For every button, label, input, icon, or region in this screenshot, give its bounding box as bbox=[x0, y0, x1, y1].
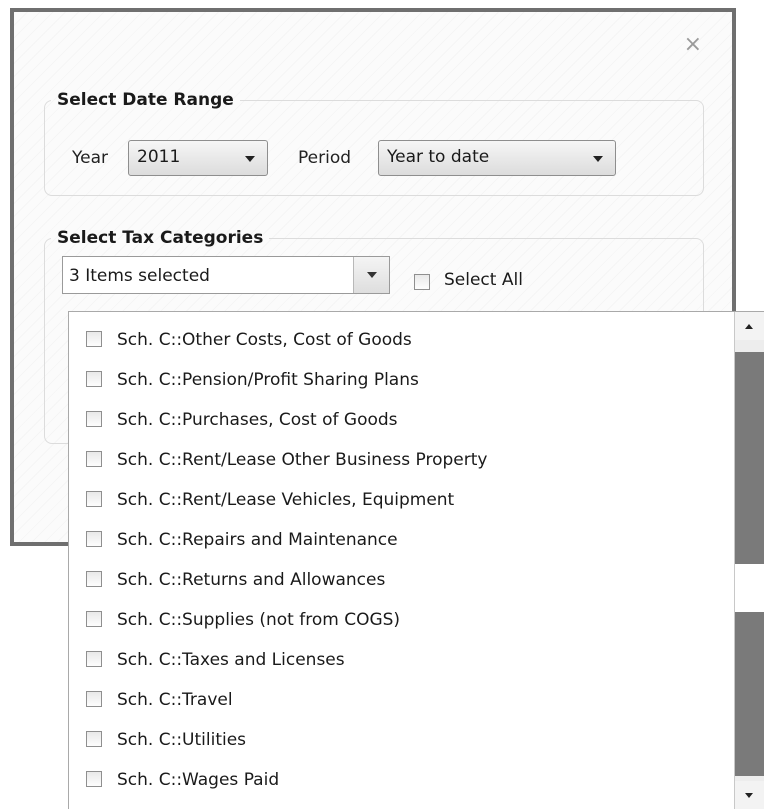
scroll-track[interactable] bbox=[735, 352, 764, 564]
checkbox-icon[interactable] bbox=[86, 611, 102, 627]
list-item[interactable]: Sch. C::Taxes and Licenses bbox=[69, 632, 734, 672]
list-item-label: Sch. C::Purchases, Cost of Goods bbox=[117, 410, 398, 430]
list-item[interactable]: Sch. C::Supplies (not from COGS) bbox=[69, 592, 734, 632]
checkbox-icon[interactable] bbox=[86, 411, 102, 427]
chevron-down-icon bbox=[593, 156, 603, 162]
checkbox-icon[interactable] bbox=[86, 771, 102, 787]
list-item[interactable]: Sch. C::Rent/Lease Other Business Proper… bbox=[69, 432, 734, 472]
chevron-down-icon bbox=[367, 272, 377, 278]
selected-count-text: 3 Items selected bbox=[69, 266, 210, 286]
dropdown-button[interactable] bbox=[353, 257, 389, 293]
scrollbar[interactable] bbox=[734, 312, 764, 809]
list-item[interactable]: Sch. C::Wages Paid bbox=[69, 752, 734, 792]
list-item[interactable]: Sch. C::Purchases, Cost of Goods bbox=[69, 392, 734, 432]
arrow-up-icon bbox=[745, 324, 753, 329]
scroll-down-button[interactable] bbox=[735, 781, 764, 809]
date-range-legend: Select Date Range bbox=[57, 90, 234, 110]
scroll-up-button[interactable] bbox=[735, 312, 764, 340]
list-item-label: Sch. C::Pension/Profit Sharing Plans bbox=[117, 370, 419, 390]
scroll-thumb[interactable] bbox=[735, 564, 764, 612]
list-item-label: Sch. C::Utilities bbox=[117, 730, 247, 750]
list-item[interactable]: Sch. C::Rent/Lease Vehicles, Equipment bbox=[69, 472, 734, 512]
year-value: 2011 bbox=[137, 147, 181, 167]
arrow-down-icon bbox=[745, 793, 753, 798]
list-item-label: Sch. C::Travel bbox=[117, 690, 233, 710]
tax-category-multiselect[interactable]: 3 Items selected bbox=[62, 256, 390, 294]
list-item-label: Sch. C::Repairs and Maintenance bbox=[117, 530, 398, 550]
list-item[interactable]: Sch. C::Utilities bbox=[69, 712, 734, 752]
checkbox-icon[interactable] bbox=[86, 371, 102, 387]
checkbox-icon[interactable] bbox=[414, 274, 430, 290]
list-item[interactable]: Sch. C::Other Costs, Cost of Goods bbox=[69, 312, 734, 352]
tax-category-dropdown-list: Sch. C::Other Costs, Cost of GoodsSch. C… bbox=[68, 311, 764, 809]
close-icon[interactable]: × bbox=[684, 34, 702, 56]
checkbox-icon[interactable] bbox=[86, 331, 102, 347]
list-item-label: Sch. C::Rent/Lease Vehicles, Equipment bbox=[117, 490, 455, 510]
checkbox-icon[interactable] bbox=[86, 491, 102, 507]
checkbox-icon[interactable] bbox=[86, 571, 102, 587]
dropdown-list-items: Sch. C::Other Costs, Cost of GoodsSch. C… bbox=[69, 312, 734, 792]
list-item[interactable]: Sch. C::Returns and Allowances bbox=[69, 552, 734, 592]
tax-categories-legend: Select Tax Categories bbox=[57, 228, 264, 248]
period-select[interactable]: Year to date bbox=[378, 140, 616, 176]
checkbox-icon[interactable] bbox=[86, 731, 102, 747]
list-item[interactable]: Sch. C::Travel bbox=[69, 672, 734, 712]
period-label: Period bbox=[298, 148, 352, 168]
list-item-label: Sch. C::Returns and Allowances bbox=[117, 570, 386, 590]
year-label: Year bbox=[72, 148, 108, 168]
list-item-label: Sch. C::Supplies (not from COGS) bbox=[117, 610, 401, 630]
checkbox-icon[interactable] bbox=[86, 691, 102, 707]
list-item-label: Sch. C::Wages Paid bbox=[117, 770, 280, 790]
list-item-label: Sch. C::Taxes and Licenses bbox=[117, 650, 345, 670]
list-item[interactable]: Sch. C::Repairs and Maintenance bbox=[69, 512, 734, 552]
scroll-track[interactable] bbox=[735, 612, 764, 776]
list-item-label: Sch. C::Rent/Lease Other Business Proper… bbox=[117, 450, 488, 470]
year-select[interactable]: 2011 bbox=[128, 140, 268, 176]
list-item[interactable]: Sch. C::Pension/Profit Sharing Plans bbox=[69, 352, 734, 392]
chevron-down-icon bbox=[245, 156, 255, 162]
period-value: Year to date bbox=[387, 147, 490, 167]
list-item-label: Sch. C::Other Costs, Cost of Goods bbox=[117, 330, 412, 350]
checkbox-icon[interactable] bbox=[86, 531, 102, 547]
checkbox-icon[interactable] bbox=[86, 651, 102, 667]
select-all-label: Select All bbox=[444, 270, 523, 290]
checkbox-icon[interactable] bbox=[86, 451, 102, 467]
